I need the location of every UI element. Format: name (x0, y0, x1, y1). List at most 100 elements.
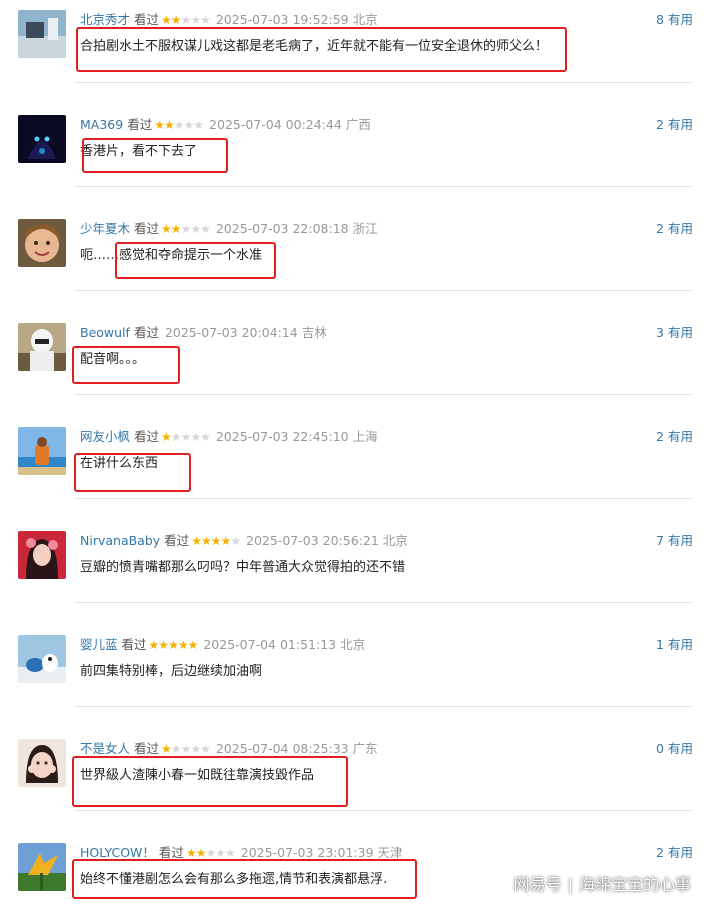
useful-count: 2 (656, 221, 664, 236)
comment-meta: 网友小枫 看过 ★★★★★ 2025-07-03 22:45:10 上海 (80, 429, 378, 445)
useful-vote[interactable]: 0 有用 (656, 741, 693, 757)
comment-location: 吉林 (301, 325, 327, 340)
highlight-box (82, 138, 228, 173)
useful-count: 8 (656, 12, 664, 27)
watermark-author: 海绵宝宝的心事 (578, 875, 691, 894)
watched-label: 看过 (127, 117, 153, 132)
username-link[interactable]: 北京秀才 (80, 12, 130, 27)
watched-label: 看过 (158, 845, 184, 860)
divider (74, 82, 693, 83)
star-empty-icon: ★ (200, 742, 211, 756)
avatar[interactable] (18, 739, 66, 787)
useful-button[interactable]: 有用 (668, 221, 693, 236)
useful-count: 1 (656, 637, 664, 652)
star-empty-icon: ★ (170, 430, 182, 444)
useful-vote[interactable]: 2 有用 (656, 221, 693, 237)
username-link[interactable]: HOLYCOW！ (80, 845, 155, 860)
highlight-box (74, 453, 191, 492)
comment-meta: Beowulf 看过 2025-07-03 20:04:14 吉林 (80, 325, 327, 341)
watched-label: 看过 (134, 221, 160, 236)
useful-vote[interactable]: 1 有用 (656, 637, 693, 653)
comment-meta: 婴儿蓝 看过 ★★★★★ 2025-07-04 01:51:13 北京 (80, 637, 365, 653)
useful-count: 7 (656, 533, 664, 548)
rating-stars: ★★★★★ (148, 637, 199, 653)
highlight-box (72, 859, 417, 899)
divider (74, 186, 693, 187)
comment-item: 网友小枫 看过 ★★★★★ 2025-07-03 22:45:10 上海 2 有用 在讲什… (0, 417, 711, 499)
username-link[interactable]: Beowulf (80, 325, 130, 340)
star-empty-icon: ★ (180, 13, 192, 27)
comment-location: 北京 (352, 12, 378, 27)
comment-meta: NirvanaBaby 看过 ★★★★★ 2025-07-03 20:56:21 北京 (80, 533, 408, 549)
useful-vote[interactable]: 3 有用 (656, 325, 693, 341)
comment-time: 2025-07-03 22:45:10 (215, 429, 349, 444)
useful-vote[interactable]: 2 有用 (656, 429, 693, 445)
watched-label: 看过 (133, 325, 159, 340)
comment-location: 广西 (345, 117, 371, 132)
username-link[interactable]: MA369 (80, 117, 123, 132)
star-empty-icon: ★ (180, 222, 192, 236)
useful-button[interactable]: 有用 (668, 12, 693, 27)
comment-time: 2025-07-04 01:51:13 (203, 637, 337, 652)
star-empty-icon: ★ (180, 430, 192, 444)
useful-button[interactable]: 有用 (668, 741, 693, 756)
divider (74, 290, 693, 291)
useful-vote[interactable]: 2 有用 (656, 845, 693, 861)
avatar[interactable] (18, 219, 66, 267)
comment-time: 2025-07-03 23:01:39 (240, 845, 374, 860)
comment-text: 豆瓣的愤青嘴都那么叼吗？中年普通大众觉得拍的还不错 (80, 560, 406, 575)
comment-item: 少年夏木 看过 ★★★★★ 2025-07-03 22:08:18 浙江 2 有用 呃……… (0, 209, 711, 291)
comment-location: 浙江 (352, 221, 378, 236)
comment-item: 不是女人 看过 ★★★★★ 2025-07-04 08:25:33 广东 0 有用 世界級… (0, 729, 711, 811)
comment-time: 2025-07-04 08:25:33 (215, 741, 349, 756)
useful-count: 2 (656, 845, 664, 860)
useful-button[interactable]: 有用 (668, 325, 693, 340)
star-filled-icon: ★ (170, 222, 182, 236)
useful-button[interactable]: 有用 (668, 845, 693, 860)
useful-button[interactable]: 有用 (668, 533, 693, 548)
avatar[interactable] (18, 10, 66, 58)
rating-stars: ★★★★★ (191, 533, 241, 549)
star-empty-icon: ★ (190, 222, 201, 236)
useful-vote[interactable]: 7 有用 (656, 533, 693, 549)
avatar[interactable] (18, 323, 66, 371)
star-filled-icon: ★ (170, 13, 182, 27)
username-link[interactable]: 网友小枫 (80, 429, 130, 444)
useful-button[interactable]: 有用 (668, 429, 693, 444)
rating-stars: ★★★★★ (154, 117, 204, 133)
rating-stars: ★★★★★ (161, 741, 211, 757)
avatar[interactable] (18, 843, 66, 891)
star-empty-icon: ★ (190, 742, 201, 756)
username-link[interactable]: 婴儿蓝 (80, 637, 118, 652)
watched-label: 看过 (121, 637, 147, 652)
username-link[interactable]: 不是女人 (80, 741, 130, 756)
star-filled-icon: ★ (191, 534, 202, 548)
comment-item: MA369 看过 ★★★★★ 2025-07-04 00:24:44 广西 2 有用 香港… (0, 105, 711, 187)
avatar[interactable] (18, 115, 66, 163)
username-link[interactable]: 少年夏木 (80, 221, 130, 236)
avatar[interactable] (18, 635, 66, 683)
comment-time: 2025-07-04 00:24:44 (209, 117, 342, 132)
star-filled-icon: ★ (148, 638, 160, 652)
star-empty-icon: ★ (170, 742, 182, 756)
star-empty-icon: ★ (173, 118, 185, 132)
star-filled-icon: ★ (220, 534, 231, 548)
watermark-brand: 网易号 (513, 875, 562, 894)
avatar[interactable] (18, 427, 66, 475)
star-empty-icon: ★ (215, 846, 226, 860)
star-filled-icon: ★ (185, 846, 197, 860)
comment-location: 广东 (352, 741, 378, 756)
username-link[interactable]: NirvanaBaby (80, 533, 160, 548)
avatar[interactable] (18, 531, 66, 579)
useful-button[interactable]: 有用 (668, 637, 693, 652)
watched-label: 看过 (134, 741, 160, 756)
star-empty-icon: ★ (183, 118, 195, 132)
star-empty-icon: ★ (200, 222, 211, 236)
star-empty-icon: ★ (200, 13, 211, 27)
useful-vote[interactable]: 8 有用 (656, 12, 693, 28)
useful-button[interactable]: 有用 (668, 117, 693, 132)
rating-stars: ★★★★★ (161, 221, 211, 237)
star-filled-icon: ★ (154, 118, 165, 132)
highlight-box (72, 346, 180, 384)
useful-vote[interactable]: 2 有用 (656, 117, 693, 133)
